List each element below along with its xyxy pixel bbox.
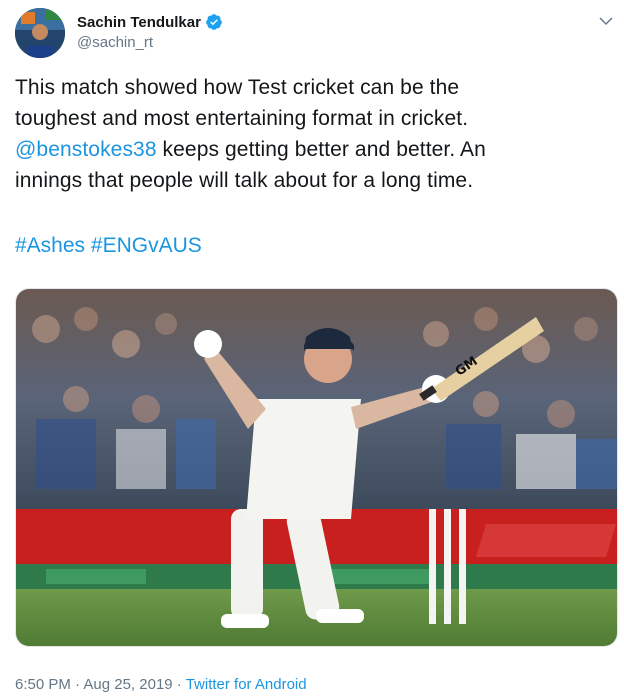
hashtag-engvaus[interactable]: #ENGvAUS (91, 234, 202, 257)
name-row: Sachin Tendulkar (77, 13, 223, 31)
tweet-source-link[interactable]: Twitter for Android (186, 676, 307, 693)
tweet-date[interactable]: Aug 25, 2019 (83, 676, 172, 693)
meta-separator: · (70, 676, 84, 693)
tweet-line: @benstokes38 keeps getting better and be… (15, 134, 595, 165)
tweet-photo[interactable]: GM (15, 288, 618, 647)
hashtag-ashes[interactable]: #Ashes (15, 234, 85, 257)
display-name[interactable]: Sachin Tendulkar (77, 14, 201, 31)
tweet-text: This match showed how Test cricket can b… (15, 72, 595, 196)
tweet-time[interactable]: 6:50 PM (15, 676, 71, 693)
tweet-line-text: keeps getting better and better. An (156, 138, 486, 161)
hashtags: #Ashes #ENGvAUS (15, 230, 202, 261)
handle[interactable]: @sachin_rt (77, 34, 153, 51)
tweet-line: toughest and most entertaining format in… (15, 107, 469, 130)
avatar[interactable] (15, 8, 65, 58)
tweet-line: This match showed how Test cricket can b… (15, 76, 460, 99)
mention-link[interactable]: @benstokes38 (15, 138, 157, 161)
meta-separator: · (172, 676, 186, 693)
chevron-down-icon[interactable] (597, 12, 615, 30)
tweet-header: Sachin Tendulkar @sachin_rt (15, 8, 615, 60)
tweet-line: innings that people will talk about for … (15, 169, 474, 192)
verified-badge-icon (206, 14, 222, 30)
tweet-meta: 6:50 PM · Aug 25, 2019 · Twitter for And… (15, 676, 307, 693)
